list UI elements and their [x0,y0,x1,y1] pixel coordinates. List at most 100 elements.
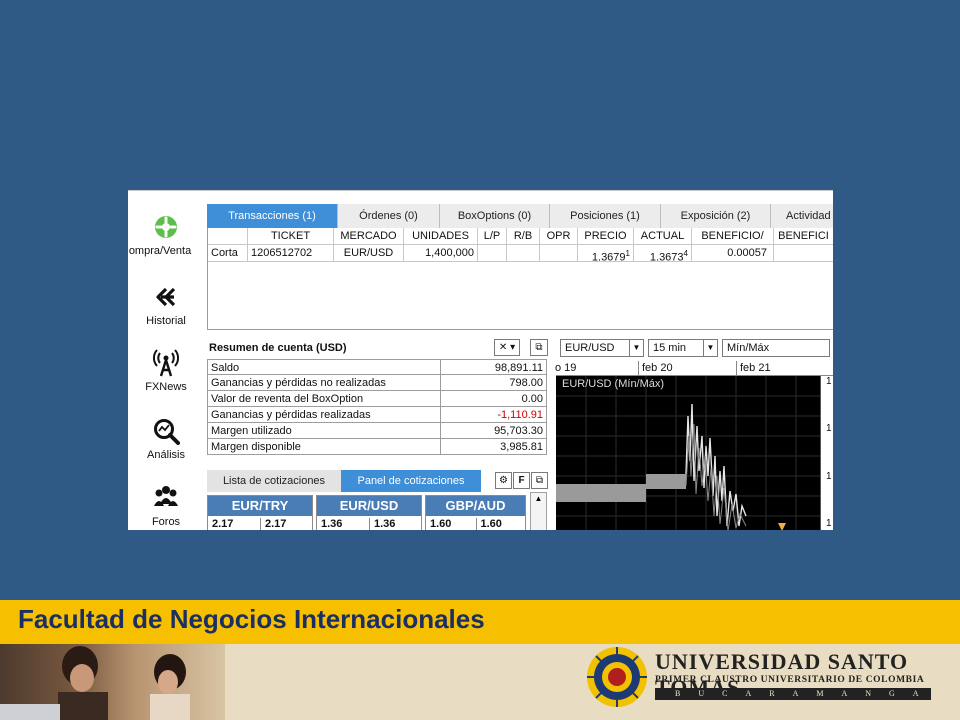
cell-market[interactable]: EUR/USD [334,245,404,262]
chevron-down-icon: ▾ [510,342,516,353]
gear-flower-icon [155,216,177,238]
quote-pair-label: EUR/TRY [208,496,312,516]
magnifier-chart-icon [154,419,180,445]
instrument-select-value: EUR/USD [565,342,615,354]
scroll-up-icon[interactable]: ▲ [531,493,546,505]
restore-window-icon: ⧉ [535,342,543,353]
close-dropdown-button[interactable]: ✕ ▾ [494,339,520,356]
account-row: Ganancias y pérdidas realizadas -1,110.9… [207,407,547,423]
column-header-type[interactable] [208,228,248,245]
column-header-opr[interactable]: OPR [540,228,578,245]
interval-select[interactable]: 15 min ▼ [648,339,718,357]
faculty-title: Facultad de Negocios Internacionales [18,604,485,634]
quote-bid[interactable]: 1.60 [426,518,476,530]
cell-lp[interactable] [478,245,507,262]
cell-opr[interactable] [540,245,578,262]
interval-select-value: 15 min [653,342,687,354]
quote-ask[interactable]: 1.60 [475,518,526,530]
account-row-label: Margen disponible [207,439,441,455]
sidebar-item-label: Foros [151,516,181,528]
quotes-scrollbar[interactable]: ▲ [530,492,547,530]
account-row-value-negative: -1,110.91 [441,407,547,423]
account-row: Ganancias y pérdidas no realizadas 798.0… [207,375,547,391]
quote-box-gbp-aud[interactable]: GBP/AUD 1.60 1.60 [425,495,526,530]
quote-box-eur-usd[interactable]: EUR/USD 1.36 1.36 [316,495,422,530]
restore-window-button[interactable]: ⧉ [530,339,548,356]
sidebar-item-label: FXNews [145,381,187,393]
sidebar-item-label: Historial [146,315,186,327]
settings-button[interactable]: ⚙ [495,472,512,489]
cell-type[interactable]: Corta [208,245,248,262]
university-footer: UNIVERSIDAD SANTO TOMAS PRIMER CLAUSTRO … [0,644,960,720]
restore-window-button[interactable]: ⧉ [531,472,548,489]
current-price-marker [778,523,786,530]
chevron-down-icon: ▼ [629,340,643,356]
cell-units[interactable]: 1,400,000 [404,245,478,262]
cell-price[interactable]: 1.36791 [578,245,634,262]
column-header-lp[interactable]: L/P [478,228,507,245]
people-icon [154,486,178,506]
instrument-select[interactable]: EUR/USD ▼ [560,339,644,357]
cell-profit-2[interactable] [774,245,833,262]
cell-ticket[interactable]: 1206512702 [248,245,334,262]
sidebar-item-historial[interactable]: Historial [128,283,204,327]
account-row: Valor de reventa del BoxOption 0.00 [207,391,547,407]
trading-platform-screenshot: ompra/Venta Historial FXNews Análisis Fo… [128,190,833,530]
quote-pair-label: EUR/USD [317,496,421,516]
column-header-rb[interactable]: R/B [507,228,540,245]
current-main: 1.3673 [649,251,684,262]
sidebar: ompra/Venta Historial FXNews Análisis Fo… [128,191,204,530]
font-button[interactable]: F [513,472,530,489]
tab-transacciones[interactable]: Transacciones (1) [207,204,338,228]
chart-mode-select[interactable]: Mín/Máx [722,339,830,357]
date-label: feb 20 [638,361,673,375]
students-photo [0,644,225,720]
quote-box-eur-try[interactable]: EUR/TRY 2.17 2.17 [207,495,313,530]
quote-bid[interactable]: 1.36 [317,518,369,530]
quote-bid[interactable]: 2.17 [208,518,260,530]
price-main: 1.3679 [591,251,626,262]
column-header-beneficio[interactable]: BENEFICIO/ [692,228,774,245]
sidebar-item-fxnews[interactable]: FXNews [128,349,204,393]
quote-ask[interactable]: 2.17 [260,518,312,530]
column-header-unidades[interactable]: UNIDADES [404,228,478,245]
column-header-precio[interactable]: PRECIO [578,228,634,245]
restore-window-icon: ⧉ [535,475,544,486]
students-photo-art [0,646,190,720]
chevron-down-icon: ▼ [703,340,717,356]
tab-actividad[interactable]: Actividad [771,204,833,228]
column-header-beneficio-2[interactable]: BENEFICI [774,228,833,245]
university-city: BUCARAMANGA [655,688,931,700]
account-row-label: Ganancias y pérdidas no realizadas [207,375,441,391]
account-row-value: 95,703.30 [441,423,547,439]
sidebar-item-analisis[interactable]: Análisis [128,417,204,461]
sidebar-item-foros[interactable]: Foros [128,484,204,528]
quote-ask[interactable]: 1.36 [369,518,421,530]
account-row-label: Saldo [207,360,441,376]
quote-pair-label: GBP/AUD [426,496,525,516]
university-seal [587,647,647,707]
y-tick: 1 [826,518,832,529]
tab-exposicion[interactable]: Exposición (2) [661,204,771,228]
tab-ordenes[interactable]: Órdenes (0) [338,204,440,228]
cell-profit[interactable]: 0.00057 [692,245,774,262]
account-row: Saldo 98,891.11 [207,359,547,376]
account-row-value: 798.00 [441,375,547,391]
tab-boxoptions[interactable]: BoxOptions (0) [440,204,550,228]
close-icon: ✕ [498,342,508,353]
cell-rb[interactable] [507,245,540,262]
column-header-mercado[interactable]: MERCADO [334,228,404,245]
sidebar-item-compra-venta[interactable]: ompra/Venta [128,213,204,257]
column-header-ticket[interactable]: TICKET [248,228,334,245]
cell-current[interactable]: 1.36734 [634,245,692,262]
y-tick: 1 [826,376,832,387]
tab-lista-cotizaciones[interactable]: Lista de cotizaciones [207,470,341,492]
column-header-actual[interactable]: ACTUAL [634,228,692,245]
filter-icon: ⚙ [499,475,508,486]
sidebar-item-label: ompra/Venta [128,245,192,257]
price-chart[interactable]: EUR/USD (Mín/Máx) [556,376,820,530]
tab-panel-cotizaciones[interactable]: Panel de cotizaciones [341,470,481,492]
date-label: o 19 [555,362,577,374]
chart-price-axis: 1 1 1 1 [820,376,833,530]
tab-posiciones[interactable]: Posiciones (1) [550,204,661,228]
